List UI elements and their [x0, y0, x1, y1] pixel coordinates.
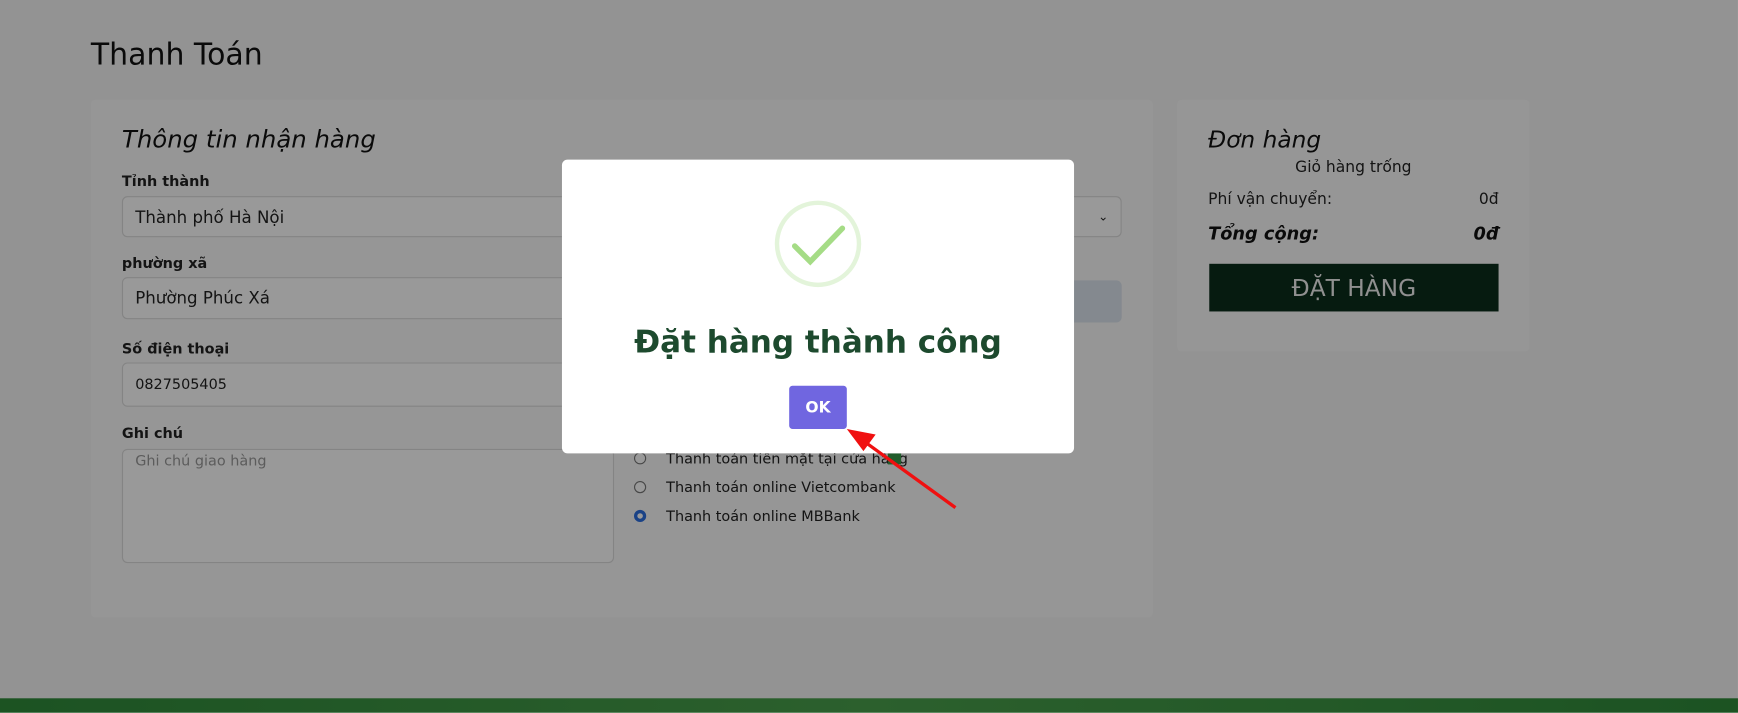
- red-arrow-annotation: [846, 428, 957, 509]
